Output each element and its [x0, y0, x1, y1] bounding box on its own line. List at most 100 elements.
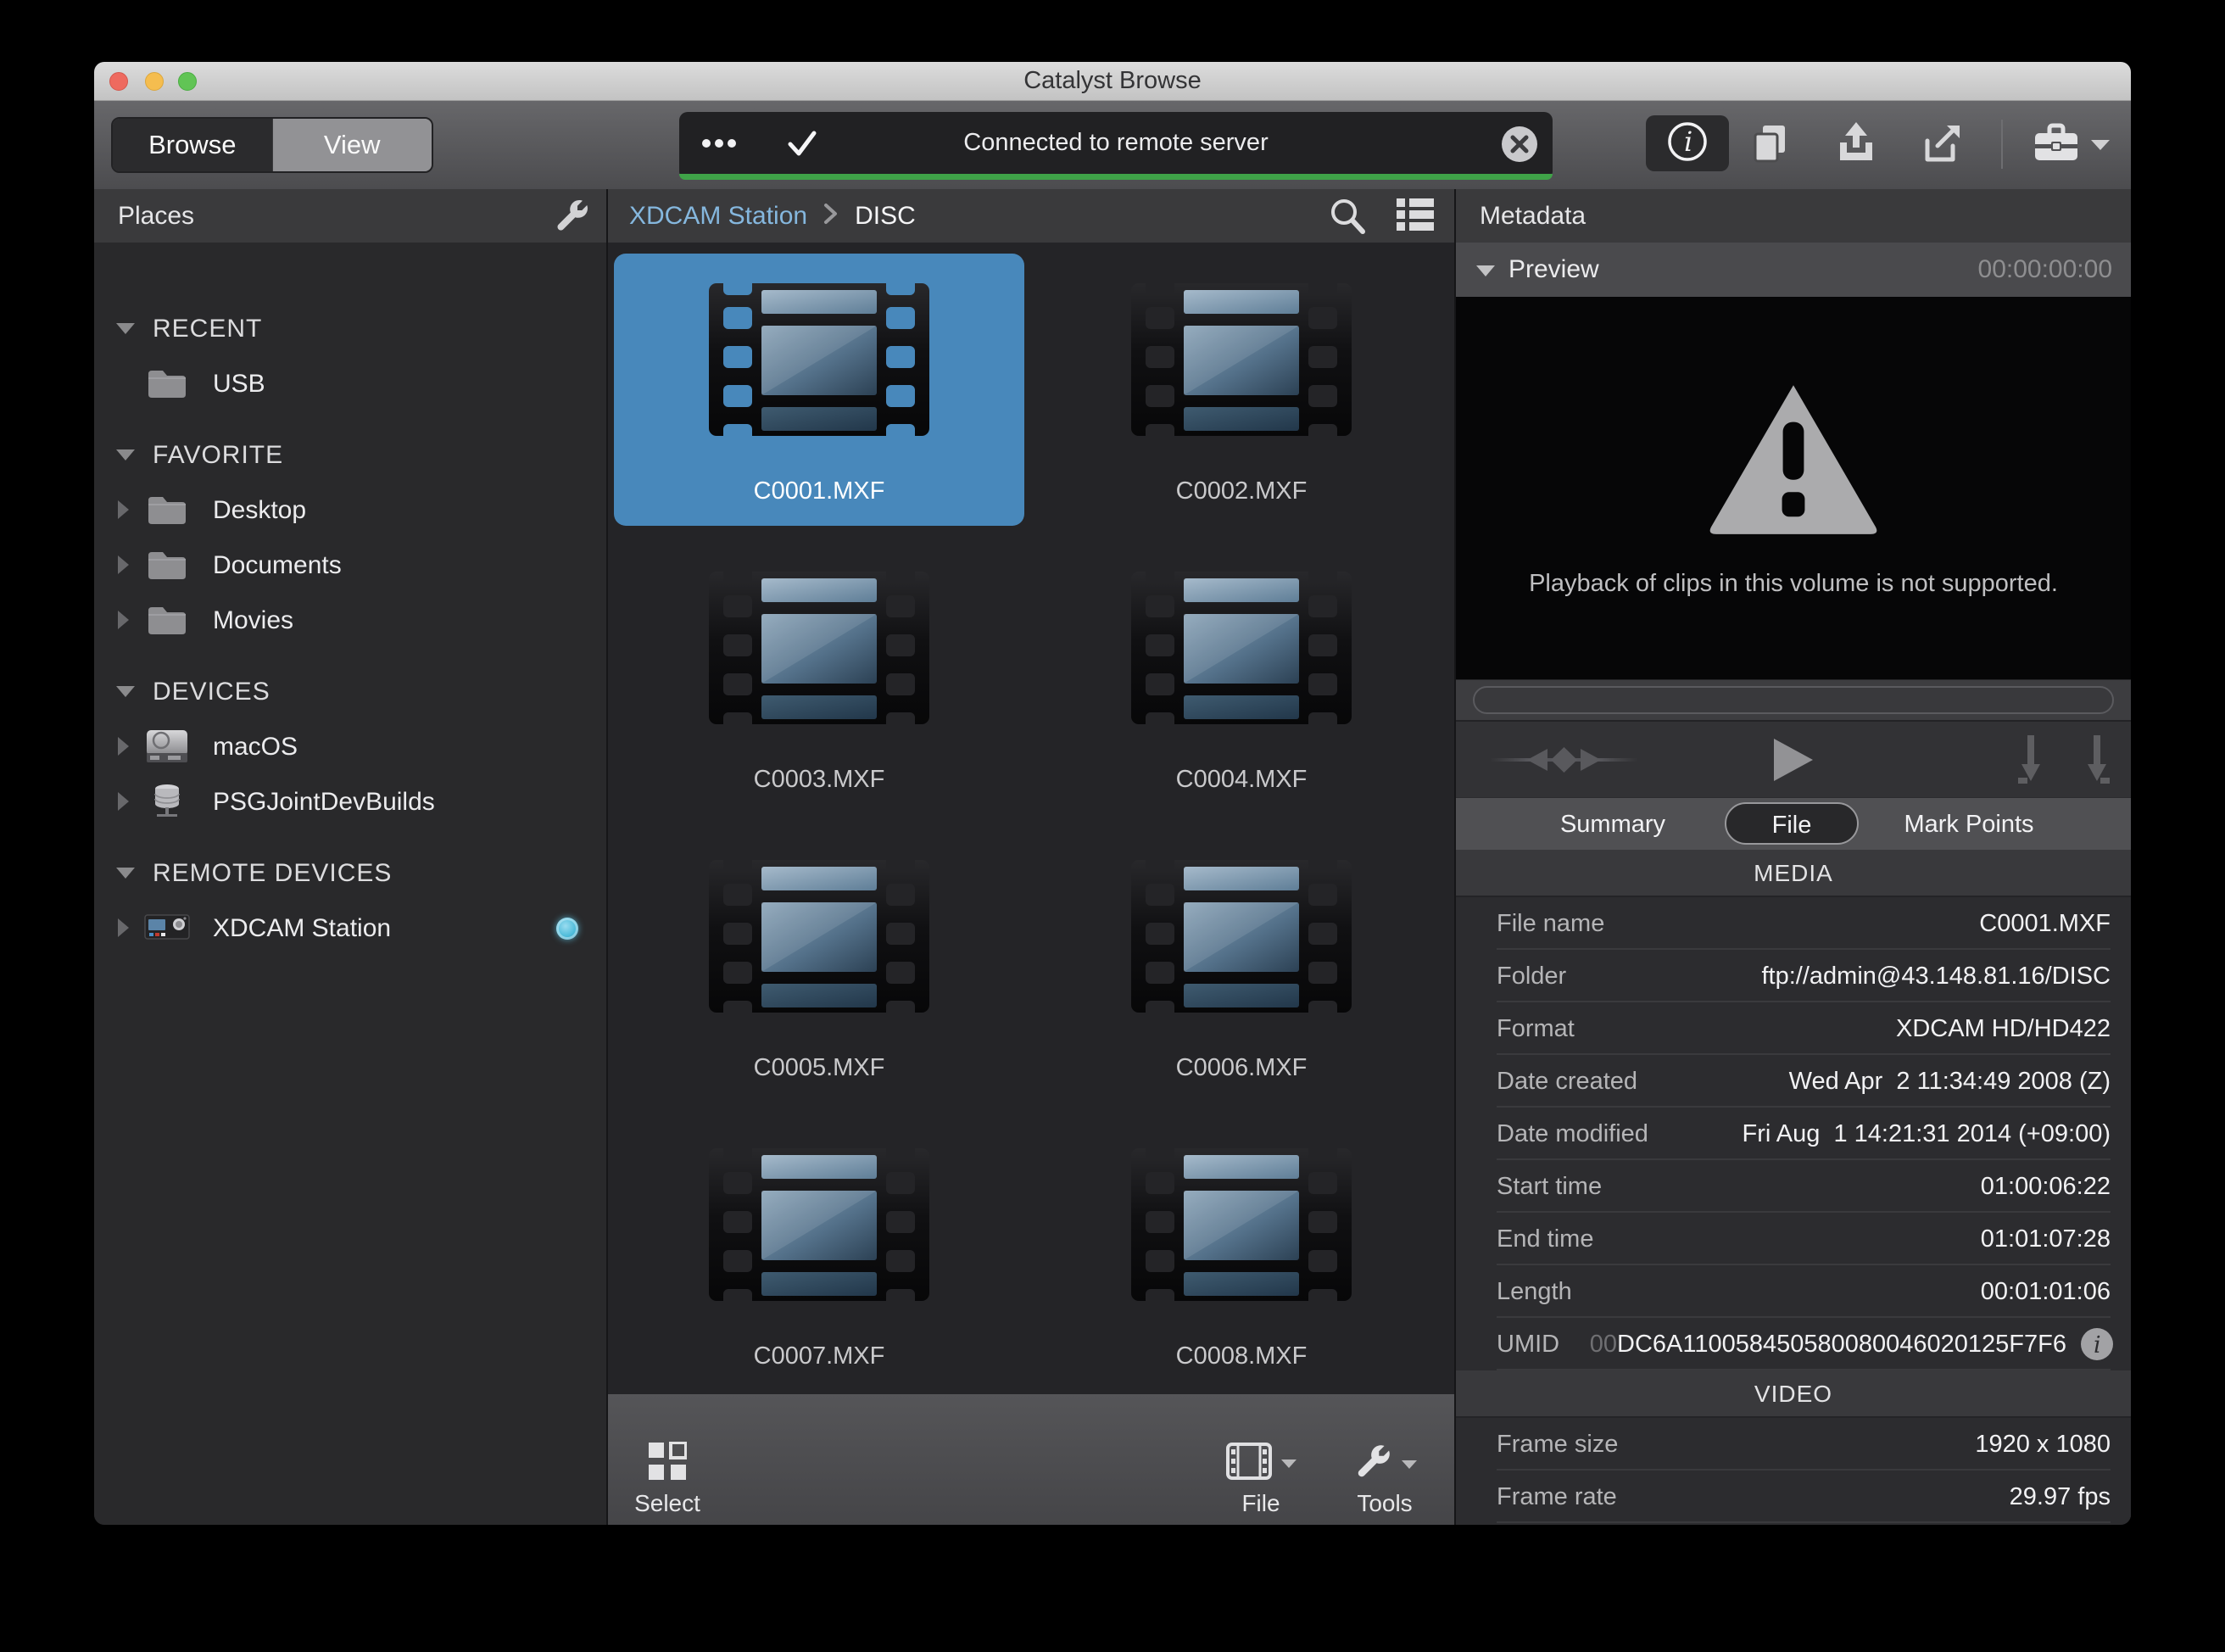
- sidebar-section-header-recent[interactable]: RECENT: [94, 301, 606, 356]
- metadata-title: Metadata: [1480, 189, 1586, 243]
- breadcrumb: XDCAM Station DISC: [608, 189, 1454, 243]
- browse-mode-button[interactable]: Browse: [113, 119, 272, 171]
- film-strip-icon: [707, 1148, 931, 1301]
- file-menu-button[interactable]: File: [1210, 1394, 1312, 1525]
- folder-icon: [143, 364, 191, 403]
- film-strip-icon: [707, 572, 931, 724]
- seek-bar[interactable]: [1473, 686, 2114, 714]
- sidebar-item-label: PSGJointDevBuilds: [213, 774, 435, 829]
- metadata-field-label: Folder: [1497, 963, 1566, 991]
- shuttle-control[interactable]: [1490, 743, 1638, 777]
- clip-filename: C0005.MXF: [614, 1054, 1024, 1082]
- section-label: REMOTE DEVICES: [153, 846, 392, 901]
- chevron-down-icon: [1281, 1459, 1297, 1468]
- sidebar-item-label: XDCAM Station: [213, 901, 391, 956]
- clip-grid: C0001.MXF C0002.MXF C0003.MXFC0004.MXF C000…: [608, 243, 1454, 1394]
- clip-c0004-mxf[interactable]: C0004.MXF: [1036, 542, 1447, 814]
- sidebar-section-header-favorite[interactable]: FAVORITE: [94, 427, 606, 483]
- copy-button[interactable]: [1747, 121, 1794, 169]
- database-icon: [143, 782, 191, 821]
- section-label: RECENT: [153, 301, 262, 356]
- list-view-icon[interactable]: [1395, 196, 1436, 237]
- metadata-field-value: 00:01:01:06: [1981, 1278, 2111, 1306]
- transport-controls: [1456, 720, 2131, 797]
- wrench-icon: [1352, 1442, 1393, 1487]
- sidebar-item-documents[interactable]: Documents: [94, 538, 606, 593]
- preview-section-header[interactable]: Preview 00:00:00:00: [1456, 243, 2131, 297]
- metadata-field-value: Wed Apr 2 11:34:49 2008 (Z): [1789, 1068, 2111, 1096]
- film-strip-icon: [1129, 283, 1353, 436]
- sidebar-item-label: Documents: [213, 538, 342, 593]
- sidebar-item-xdcam-station[interactable]: XDCAM Station: [94, 901, 606, 956]
- select-button[interactable]: Select: [625, 1394, 710, 1525]
- window-title: Catalyst Browse: [94, 62, 2131, 100]
- metadata-row-start-time: Start time01:00:06:22: [1456, 1160, 2131, 1213]
- tab-mark-points[interactable]: Mark Points: [1880, 798, 2058, 851]
- mark-out-icon[interactable]: [2085, 735, 2111, 784]
- wrench-icon[interactable]: [552, 197, 591, 236]
- places-header: Places: [94, 189, 606, 243]
- sidebar-item-label: Movies: [213, 593, 293, 648]
- metadata-field-label: Format: [1497, 1015, 1575, 1043]
- mode-switch: Browse View: [111, 117, 433, 173]
- metadata-panel: Metadata Preview 00:00:00:00 Playback of…: [1456, 189, 2131, 1525]
- metadata-row-date-modified: Date modifiedFri Aug 1 14:21:31 2014 (+0…: [1456, 1108, 2131, 1160]
- metadata-field-label: Start time: [1497, 1173, 1602, 1201]
- clip-c0005-mxf[interactable]: C0005.MXF: [614, 830, 1024, 1102]
- sidebar-section-header-remote-devices[interactable]: REMOTE DEVICES: [94, 846, 606, 901]
- share-button[interactable]: [1917, 121, 1965, 169]
- metadata-row-length: Length00:01:01:06: [1456, 1265, 2131, 1318]
- sidebar-item-desktop[interactable]: Desktop: [94, 483, 606, 538]
- sidebar-item-psgjointdevbuilds[interactable]: PSGJointDevBuilds: [94, 774, 606, 829]
- sidebar-item-movies[interactable]: Movies: [94, 593, 606, 648]
- clip-c0008-mxf[interactable]: C0008.MXF: [1036, 1119, 1447, 1391]
- clip-c0002-mxf[interactable]: C0002.MXF: [1036, 254, 1447, 526]
- metadata-row-format: Format XDCAM HD/HD422: [1456, 1002, 2131, 1055]
- clip-c0006-mxf[interactable]: C0006.MXF: [1036, 830, 1447, 1102]
- film-strip-icon: [1129, 1148, 1353, 1301]
- tab-file[interactable]: File: [1725, 802, 1859, 845]
- metadata-field-label: Date created: [1497, 1068, 1637, 1096]
- sidebar-section-header-devices[interactable]: DEVICES: [94, 664, 606, 719]
- mark-in-icon[interactable]: [2017, 735, 2043, 784]
- info-icon[interactable]: i: [2080, 1327, 2114, 1361]
- copy-icon: [1748, 120, 1793, 170]
- svg-text:i: i: [1684, 126, 1692, 158]
- chevron-right-icon: [118, 737, 129, 756]
- clip-info-button[interactable]: i: [1646, 115, 1729, 171]
- sidebar-item-macos[interactable]: macOS: [94, 719, 606, 774]
- play-button[interactable]: [1773, 738, 1814, 782]
- tab-summary[interactable]: Summary: [1541, 798, 1685, 851]
- select-icon: [625, 1442, 710, 1481]
- warning-icon: [1704, 380, 1882, 538]
- clip-filename: C0008.MXF: [1036, 1342, 1447, 1370]
- metadata-row-end-time: End time01:01:07:28: [1456, 1213, 2131, 1265]
- close-circle-icon[interactable]: [1500, 125, 1539, 164]
- toolbox-icon: [2030, 120, 2083, 170]
- metadata-row-date-created: Date created Wed Apr 2 11:34:49 2008 (Z): [1456, 1055, 2131, 1108]
- sidebar-item-label: Desktop: [213, 483, 306, 538]
- clip-c0007-mxf[interactable]: C0007.MXF: [614, 1119, 1024, 1391]
- metadata-tabs: Summary File Mark Points: [1456, 797, 2131, 850]
- folder-icon: [143, 600, 191, 639]
- chevron-down-icon: [116, 686, 135, 697]
- metadata-field-label: Date modified: [1497, 1120, 1648, 1148]
- tools-menu-button[interactable]: [2030, 120, 2111, 170]
- clip-c0003-mxf[interactable]: C0003.MXF: [614, 542, 1024, 814]
- sidebar-item-label: USB: [213, 356, 265, 411]
- metadata-field-value: XDCAM HD/HD422: [1896, 1015, 2111, 1043]
- breadcrumb-root-link[interactable]: XDCAM Station: [629, 202, 807, 231]
- search-icon[interactable]: [1327, 196, 1368, 237]
- clip-filename: C0006.MXF: [1036, 1054, 1447, 1082]
- clip-c0001-mxf[interactable]: C0001.MXF: [614, 254, 1024, 526]
- view-mode-button[interactable]: View: [272, 119, 432, 171]
- tools-button[interactable]: Tools: [1334, 1394, 1436, 1525]
- clip-filename: C0002.MXF: [1036, 477, 1447, 505]
- preview-viewport: Playback of clips in this volume is not …: [1456, 297, 2131, 679]
- upload-button[interactable]: [1832, 121, 1880, 169]
- folder-icon: [143, 545, 191, 584]
- folder-icon: [143, 490, 191, 529]
- toolbar-divider: [2001, 120, 2003, 169]
- main-toolbar: Browse View Connected to remote server i: [94, 101, 2131, 189]
- sidebar-item-usb[interactable]: USB: [94, 356, 606, 411]
